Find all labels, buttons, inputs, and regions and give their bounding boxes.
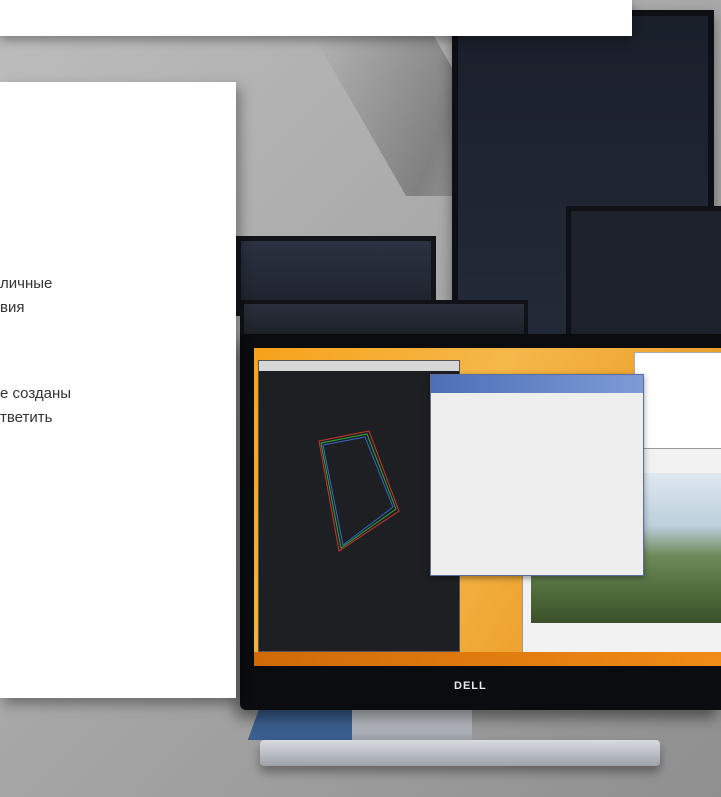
settings-dialog-titlebar[interactable] bbox=[431, 375, 643, 393]
paragraph-2: е созданы тветить bbox=[0, 382, 71, 430]
text-line: вия bbox=[0, 299, 25, 316]
brand-logo: DELL bbox=[454, 680, 487, 692]
text-card: личные вия е созданы тветить bbox=[0, 82, 236, 698]
gamut-outline-blue bbox=[322, 436, 394, 546]
text-window bbox=[634, 352, 721, 454]
gamut-plot bbox=[318, 430, 400, 552]
main-monitor: DELL bbox=[240, 334, 721, 710]
taskbar[interactable] bbox=[254, 652, 721, 666]
text-line: личные bbox=[0, 275, 53, 292]
paragraph-1: личные вия bbox=[0, 272, 52, 320]
text-line: е созданы bbox=[0, 385, 72, 402]
gamut-window-titlebar bbox=[259, 361, 459, 371]
text-line: тветить bbox=[0, 409, 53, 426]
top-card bbox=[0, 0, 632, 36]
monitor-screen bbox=[254, 348, 721, 666]
monitor-stand-base bbox=[260, 740, 660, 766]
settings-dialog[interactable] bbox=[430, 374, 644, 576]
